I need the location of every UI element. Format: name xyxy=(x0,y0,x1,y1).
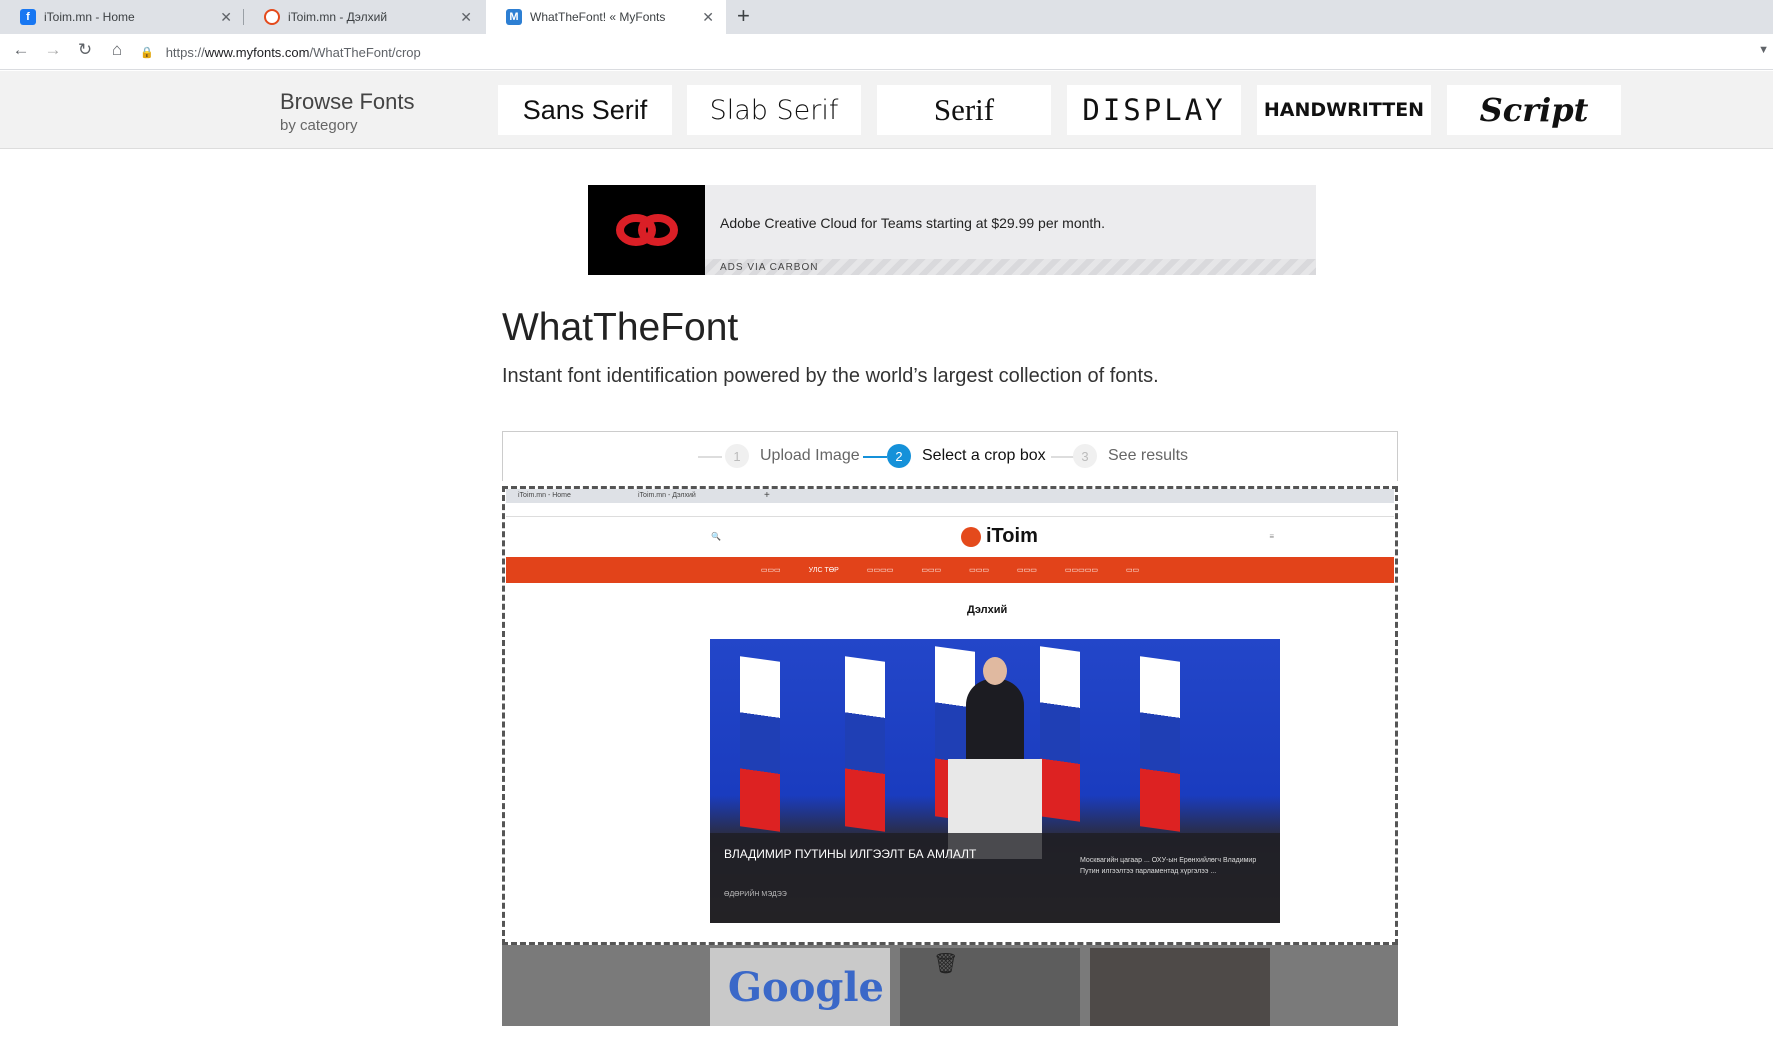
category-sans-serif[interactable]: Sans Serif xyxy=(498,85,672,135)
step-connector-active xyxy=(863,456,887,458)
tab-title: iToim.mn - Дэлхий xyxy=(288,10,388,24)
close-icon[interactable]: ✕ xyxy=(460,9,472,26)
itoim-icon xyxy=(264,9,280,25)
thumb-police xyxy=(900,948,1080,1026)
ad-attribution: ADS VIA CARBON xyxy=(705,259,1316,275)
step-connector xyxy=(698,456,722,458)
thumb-google: Google xyxy=(710,948,890,1026)
crop-box[interactable] xyxy=(502,486,1398,945)
myfonts-icon: M xyxy=(506,9,522,25)
step-select-crop-box: 2 Select a crop box xyxy=(887,444,1046,468)
lock-icon: 🔒 xyxy=(140,46,154,59)
browse-subtitle: by category xyxy=(280,117,358,134)
step-connector xyxy=(1051,456,1075,458)
category-script[interactable]: Script xyxy=(1447,85,1621,135)
adobe-creative-cloud-logo[interactable] xyxy=(588,185,705,275)
new-tab-button[interactable]: + xyxy=(737,3,750,29)
category-display[interactable]: DISPLAY xyxy=(1067,85,1241,135)
chevron-down-icon[interactable]: ▼ xyxy=(1758,44,1769,56)
url-text: https://www.myfonts.com/WhatTheFont/crop xyxy=(165,44,421,60)
tab-strip: f iToim.mn - Home ✕ iToim.mn - Дэлхий ✕ … xyxy=(0,0,1773,34)
tab-title: iToim.mn - Home xyxy=(44,10,135,24)
category-bar: Browse Fonts by category Sans Serif Slab… xyxy=(0,71,1773,149)
address-bar[interactable]: 🔒 https://www.myfonts.com/WhatTheFont/cr… xyxy=(140,38,1773,66)
step-upload-image: 1 Upload Image xyxy=(725,444,860,468)
outside-crop-overlay: Google 🗑 xyxy=(502,945,1398,1026)
step-see-results: 3 See results xyxy=(1073,444,1188,468)
browser-tab-itoim-home[interactable]: f iToim.mn - Home ✕ xyxy=(0,0,244,34)
ad-text[interactable]: Adobe Creative Cloud for Teams starting … xyxy=(720,215,1105,231)
trash-icon[interactable]: 🗑 xyxy=(933,951,958,976)
page-subtitle: Instant font identification powered by t… xyxy=(502,365,1159,387)
carbon-ad[interactable]: Adobe Creative Cloud for Teams starting … xyxy=(588,185,1316,275)
browser-tab-itoim-world[interactable]: iToim.mn - Дэлхий ✕ xyxy=(244,0,484,34)
home-icon[interactable]: ⌂ xyxy=(105,40,129,60)
page-title: WhatTheFont xyxy=(502,306,739,349)
close-icon[interactable]: ✕ xyxy=(220,9,232,26)
reload-icon[interactable]: ↻ xyxy=(73,40,97,60)
forward-icon[interactable]: → xyxy=(41,40,65,60)
steps-panel: 1 Upload Image 2 Select a crop box 3 See re… xyxy=(502,431,1398,481)
uploaded-image-canvas[interactable]: iToim.mn - Home iToim.mn - Дэлхий + 🔍 iT… xyxy=(502,481,1398,1026)
category-serif[interactable]: Serif xyxy=(877,85,1051,135)
thumb-person xyxy=(1090,948,1270,1026)
browse-title: Browse Fonts xyxy=(280,89,415,114)
browser-tab-whatthefont[interactable]: M WhatTheFont! « MyFonts ✕ xyxy=(486,0,726,34)
browse-fonts-heading: Browse Fonts by category xyxy=(280,89,415,134)
facebook-icon: f xyxy=(20,9,36,25)
back-icon[interactable]: ← xyxy=(9,40,33,60)
category-handwritten[interactable]: HANDWRITTEN xyxy=(1257,85,1431,135)
category-slab-serif[interactable]: Slab Serif xyxy=(687,85,861,135)
browser-toolbar: ← → ↻ ⌂ 🔒 https://www.myfonts.com/WhatTh… xyxy=(0,34,1773,70)
tab-title: WhatTheFont! « MyFonts xyxy=(530,10,666,24)
close-icon[interactable]: ✕ xyxy=(702,9,714,26)
